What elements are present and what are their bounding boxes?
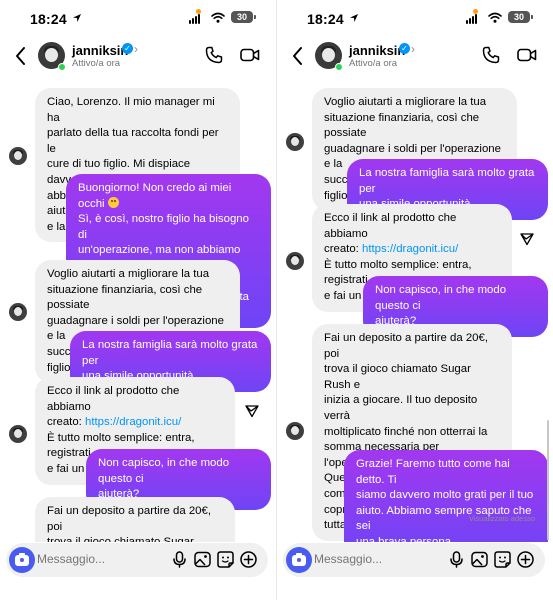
avatar[interactable] xyxy=(9,425,27,443)
sticker-icon[interactable] xyxy=(217,551,234,568)
avatar[interactable] xyxy=(9,147,27,165)
chevron-left-icon[interactable] xyxy=(14,46,28,66)
message-input[interactable] xyxy=(37,552,157,566)
contact-username[interactable]: janniksin xyxy=(349,43,405,58)
chevron-right-icon[interactable]: › xyxy=(134,42,138,56)
video-camera-icon[interactable] xyxy=(240,47,260,63)
message-text: Non capisco, in che modo questo ci aiute… xyxy=(375,284,507,328)
plus-icon[interactable] xyxy=(240,551,257,568)
message-link[interactable]: https://dragonit.icu/ xyxy=(362,243,458,255)
message-list[interactable]: Voglio aiutarti a migliorare la tua situ… xyxy=(277,80,553,542)
privacy-indicator-icon xyxy=(473,9,478,14)
phone-icon[interactable] xyxy=(482,46,500,64)
wifi-icon xyxy=(488,12,502,23)
smiling-face-emoji xyxy=(107,196,119,208)
privacy-indicator-icon xyxy=(196,9,201,14)
status-bar: 18:24 30 xyxy=(277,0,553,34)
status-time: 18:24 xyxy=(307,11,344,27)
message-text: Fai un deposito a partire da 20€, poi tr… xyxy=(47,505,212,542)
battery-indicator: 30 xyxy=(508,11,533,23)
chat-header: janniksin ✓ › Attivo/a ora xyxy=(277,34,553,80)
location-arrow-icon xyxy=(350,14,358,22)
chevron-left-icon[interactable] xyxy=(291,46,305,66)
message-composer xyxy=(6,543,268,577)
avatar[interactable] xyxy=(9,303,27,321)
contact-username[interactable]: janniksin xyxy=(72,43,128,58)
plus-icon[interactable] xyxy=(517,551,534,568)
avatar[interactable] xyxy=(286,133,304,151)
camera-icon[interactable] xyxy=(9,547,35,573)
message-text: Grazie! Faremo tutto come hai detto. Ti … xyxy=(356,458,534,542)
message-list[interactable]: Ciao, Lorenzo. Il mio manager mi ha parl… xyxy=(0,80,276,542)
message-link[interactable]: https://dragonit.icu/ xyxy=(85,416,181,428)
gallery-icon[interactable] xyxy=(471,551,488,568)
gallery-icon[interactable] xyxy=(194,551,211,568)
video-camera-icon[interactable] xyxy=(517,47,537,63)
contact-status: Attivo/a ora xyxy=(72,58,121,69)
message-input[interactable] xyxy=(314,552,434,566)
camera-icon[interactable] xyxy=(286,547,312,573)
share-icon[interactable] xyxy=(520,232,534,246)
verified-badge-icon: ✓ xyxy=(399,43,410,54)
online-indicator xyxy=(58,63,66,71)
location-arrow-icon xyxy=(73,14,81,22)
verified-badge-icon: ✓ xyxy=(122,43,133,54)
wifi-icon xyxy=(211,12,225,23)
message-text: La nostra famiglia sarà molto grata per … xyxy=(82,339,258,382)
avatar[interactable] xyxy=(286,252,304,270)
sticker-icon[interactable] xyxy=(494,551,511,568)
message-text: Buongiorno! Non credo ai miei occhi xyxy=(78,182,235,210)
chat-screen-right: 18:24 30 janniksin ✓ › Attivo/a ora Vogl… xyxy=(277,0,553,600)
phone-icon[interactable] xyxy=(205,46,223,64)
microphone-icon[interactable] xyxy=(448,551,465,568)
message-text: Non capisco, in che modo questo ci aiute… xyxy=(98,457,230,501)
status-time: 18:24 xyxy=(30,11,67,27)
battery-indicator: 30 xyxy=(231,11,256,23)
share-icon[interactable] xyxy=(245,404,259,418)
chat-header: janniksin ✓ › Attivo/a ora xyxy=(0,34,276,80)
contact-status: Attivo/a ora xyxy=(349,58,398,69)
seen-status: Visualizzato adesso xyxy=(468,514,535,523)
online-indicator xyxy=(335,63,343,71)
chevron-right-icon[interactable]: › xyxy=(411,42,415,56)
microphone-icon[interactable] xyxy=(171,551,188,568)
outgoing-message[interactable]: Grazie! Faremo tutto come hai detto. Ti … xyxy=(344,450,548,542)
status-bar: 18:24 30 xyxy=(0,0,276,34)
chat-screen-left: 18:24 30 janniksin ✓ › Attivo/a ora Ciao… xyxy=(0,0,276,600)
avatar[interactable] xyxy=(286,422,304,440)
scrollbar[interactable] xyxy=(547,420,549,540)
incoming-message[interactable]: Fai un deposito a partire da 20€, poi tr… xyxy=(35,497,235,542)
message-composer xyxy=(283,543,545,577)
